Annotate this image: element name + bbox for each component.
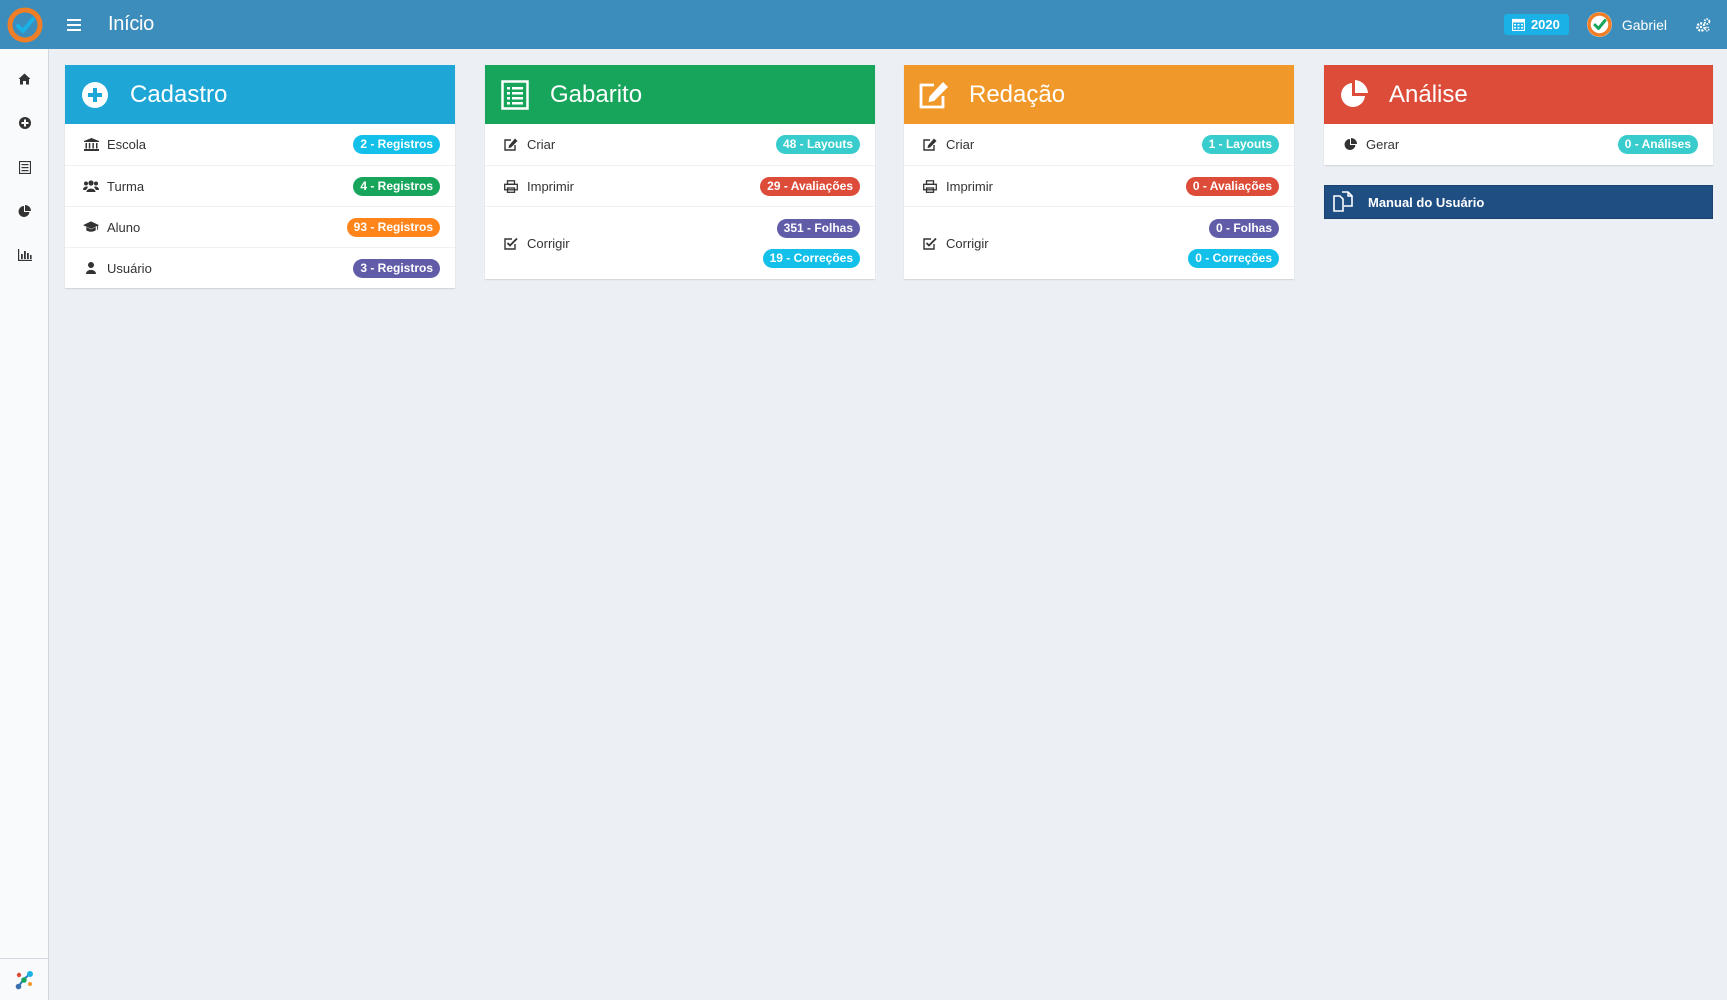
gabarito-row-corrigir[interactable]: Corrigir 351 - Folhas 19 - Correções (485, 206, 875, 279)
row-label: Aluno (107, 219, 141, 235)
cadastro-row-turma[interactable]: Turma 4 - Registros (65, 165, 455, 206)
sidebar-item-home[interactable] (0, 57, 49, 101)
row-label: Gerar (1366, 137, 1400, 152)
sidebar-footer-logo[interactable] (0, 958, 49, 1000)
sidebar-toggle-button[interactable] (63, 14, 85, 36)
top-navbar: Início 2020 Gabriel (0, 0, 1727, 49)
print-icon (504, 179, 518, 193)
row-label: Imprimir (946, 178, 993, 194)
gabarito-card: Gabarito Criar 48 - Layouts Imprimir 29 … (485, 65, 875, 279)
user-manual-button[interactable]: Manual do Usuário (1324, 185, 1713, 219)
gabarito-row-imprimir[interactable]: Imprimir 29 - Avaliações (485, 165, 875, 206)
institution-icon (83, 138, 99, 151)
row-label: Imprimir (527, 178, 574, 194)
user-icon (86, 262, 96, 274)
count-badge: 19 - Correções (762, 248, 860, 268)
edit-icon (923, 138, 937, 151)
gears-icon (1696, 17, 1711, 32)
plus-circle-icon (18, 117, 31, 129)
analise-card-header[interactable]: Análise (1324, 65, 1713, 124)
sidebar-item-relatorios[interactable] (0, 233, 49, 277)
row-label: Corrigir (527, 235, 570, 251)
count-badge: 0 - Correções (1188, 248, 1279, 268)
settings-button[interactable] (1693, 15, 1713, 35)
pie-chart-icon (1344, 138, 1357, 150)
year-selector-button[interactable]: 2020 (1503, 14, 1569, 35)
year-label: 2020 (1530, 17, 1560, 32)
graduation-cap-icon (83, 221, 99, 232)
row-label: Criar (527, 137, 556, 152)
cadastro-row-aluno[interactable]: Aluno 93 - Registros (65, 206, 455, 247)
count-badge: 93 - Registros (346, 217, 440, 237)
edit-icon (504, 138, 518, 151)
copy-icon (1333, 191, 1353, 212)
gabarito-card-header[interactable]: Gabarito (485, 65, 875, 124)
sidebar-item-analise[interactable] (0, 189, 49, 233)
edit-icon (919, 81, 948, 108)
pie-chart-icon (1341, 79, 1368, 107)
card-title: Análise (1389, 80, 1468, 108)
count-badge: 4 - Registros (353, 176, 440, 196)
logo-icon (7, 7, 42, 42)
home-icon (18, 73, 31, 85)
users-icon (83, 180, 99, 192)
redacao-row-criar[interactable]: Criar 1 - Layouts (904, 124, 1294, 165)
pie-chart-icon (18, 204, 31, 217)
list-icon (18, 160, 31, 174)
cadastro-row-escola[interactable]: Escola 2 - Registros (65, 124, 455, 165)
avatar (1586, 12, 1612, 37)
list-alt-icon (501, 79, 529, 110)
bar-chart-icon (17, 249, 32, 261)
card-title: Redação (969, 80, 1066, 108)
plus-circle-icon (82, 81, 108, 108)
calendar-icon (1511, 18, 1525, 31)
page-title: Início (108, 13, 155, 35)
card-title: Cadastro (130, 80, 228, 108)
check-square-icon (504, 237, 518, 250)
app-logo[interactable] (0, 0, 49, 49)
count-badge: 1 - Layouts (1201, 135, 1279, 154)
check-square-icon (923, 237, 937, 250)
row-label: Criar (946, 137, 975, 152)
cadastro-card-header[interactable]: Cadastro (65, 65, 455, 124)
user-name: Gabriel (1621, 16, 1667, 33)
count-badge: 0 - Folhas (1208, 218, 1279, 238)
count-badge: 2 - Registros (353, 135, 440, 154)
count-badge: 29 - Avaliações (760, 176, 860, 196)
row-label: Turma (107, 178, 145, 194)
row-label: Usuário (107, 260, 152, 276)
sidebar (0, 49, 49, 1000)
network-logo-icon (15, 970, 33, 989)
row-label: Escola (107, 137, 147, 152)
user-avatar-logo-icon (1587, 12, 1612, 37)
count-badge: 351 - Folhas (776, 218, 860, 238)
count-badge: 0 - Avaliações (1185, 176, 1279, 196)
redacao-card-header[interactable]: Redação (904, 65, 1294, 124)
sidebar-item-cadastro[interactable] (0, 101, 49, 145)
row-label: Corrigir (946, 235, 989, 251)
card-title: Gabarito (550, 80, 643, 108)
count-badge: 48 - Layouts (775, 135, 860, 154)
gabarito-row-criar[interactable]: Criar 48 - Layouts (485, 124, 875, 165)
count-badge: 3 - Registros (353, 258, 440, 278)
count-badge: 0 - Análises (1617, 135, 1698, 154)
cadastro-row-usuario[interactable]: Usuário 3 - Registros (65, 247, 455, 288)
redacao-card: Redação Criar 1 - Layouts Imprimir 0 - A… (904, 65, 1294, 279)
print-icon (923, 179, 937, 193)
user-manual-label: Manual do Usuário (1368, 194, 1485, 210)
user-menu[interactable]: Gabriel (1586, 12, 1667, 37)
redacao-row-corrigir[interactable]: Corrigir 0 - Folhas 0 - Correções (904, 206, 1294, 279)
sidebar-item-gabarito[interactable] (0, 145, 49, 189)
menu-icon (67, 18, 81, 31)
cadastro-card: Cadastro Escola 2 - Registros Turma 4 - … (65, 65, 455, 288)
analise-card: Análise Gerar 0 - Análises (1324, 65, 1713, 165)
redacao-row-imprimir[interactable]: Imprimir 0 - Avaliações (904, 165, 1294, 206)
analise-row-gerar[interactable]: Gerar 0 - Análises (1324, 124, 1713, 165)
